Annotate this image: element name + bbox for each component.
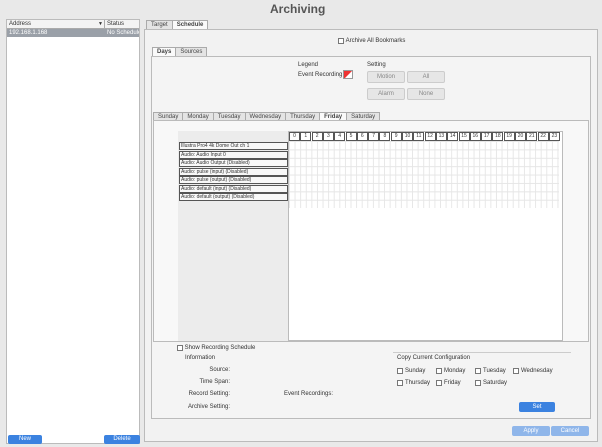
tab-target[interactable]: Target xyxy=(146,20,173,29)
source-label: Source: xyxy=(209,367,230,373)
copy-day-tuesday[interactable]: Tuesday xyxy=(475,368,506,375)
copy-day-label: Tuesday xyxy=(483,368,506,374)
hour-header[interactable]: 20 xyxy=(515,132,526,141)
hour-header[interactable]: 3 xyxy=(322,132,334,141)
channel-row[interactable]: Audio: pulse (output) (Disabled) xyxy=(179,176,288,184)
motion-button[interactable]: Motion xyxy=(367,71,405,83)
hour-header[interactable]: 19 xyxy=(503,132,515,141)
hour-header[interactable]: 0 xyxy=(289,132,300,141)
copy-day-label: Thursday xyxy=(405,380,431,386)
hour-header[interactable]: 7 xyxy=(368,132,380,141)
copy-day-label: Friday xyxy=(444,380,461,386)
show-recording-checkbox[interactable] xyxy=(177,345,183,351)
copy-day-label: Wednesday xyxy=(521,368,553,374)
cancel-button[interactable]: Cancel xyxy=(551,426,589,436)
hour-header[interactable]: 22 xyxy=(537,132,549,141)
hour-header[interactable]: 21 xyxy=(526,132,538,141)
column-header-status[interactable]: Status xyxy=(105,20,139,28)
hour-header[interactable]: 12 xyxy=(424,132,436,141)
hour-header[interactable]: 23 xyxy=(548,132,560,141)
show-recording-label: Show Recording Schedule xyxy=(184,345,256,351)
channel-row[interactable]: Illustra Pro4 4k Dome Out ch 1 xyxy=(179,142,288,150)
column-label: Address xyxy=(9,21,32,27)
set-button[interactable]: Set xyxy=(519,402,555,412)
copy-day-checkbox[interactable] xyxy=(475,368,481,374)
hour-header[interactable]: 17 xyxy=(481,132,493,141)
column-header-address[interactable]: Address ▼ xyxy=(7,20,105,28)
event-recordings-label: Event Recordings: xyxy=(284,391,334,397)
channel-row[interactable]: Audio: Audio Input 0 xyxy=(179,150,288,159)
legend-event-recording-label: Event Recording xyxy=(298,72,343,78)
show-recording-schedule[interactable]: Show Recording Schedule xyxy=(177,345,255,352)
copy-day-checkbox[interactable] xyxy=(475,380,481,386)
delete-button[interactable]: Delete xyxy=(104,435,140,444)
schedule-grid[interactable] xyxy=(289,141,559,208)
page-title: Archiving xyxy=(270,2,326,16)
copy-day-sunday[interactable]: Sunday xyxy=(397,368,425,375)
copy-day-saturday[interactable]: Saturday xyxy=(475,380,507,387)
archive-all-bookmarks[interactable]: Archive All Bookmarks xyxy=(338,38,405,45)
copy-day-checkbox[interactable] xyxy=(397,380,403,386)
time-span-label: Time Span: xyxy=(199,379,230,385)
copy-day-label: Saturday xyxy=(483,380,508,386)
copy-day-checkbox[interactable] xyxy=(436,368,442,374)
none-button[interactable]: None xyxy=(407,88,445,100)
new-button[interactable]: New xyxy=(8,435,42,444)
copy-day-friday[interactable]: Friday xyxy=(436,380,461,387)
hour-header[interactable]: 10 xyxy=(402,132,413,141)
hour-header[interactable]: 18 xyxy=(492,132,504,141)
copy-day-wednesday[interactable]: Wednesday xyxy=(513,368,553,375)
device-status: No Schedule xyxy=(107,30,139,36)
column-label: Status xyxy=(107,21,125,27)
all-button[interactable]: All xyxy=(407,71,445,83)
device-list-panel: Address ▼ Status 192.168.1.168 No Schedu… xyxy=(6,19,140,444)
alarm-button[interactable]: Alarm xyxy=(367,88,405,100)
hour-header[interactable]: 13 xyxy=(435,132,447,141)
hour-header[interactable]: 11 xyxy=(413,132,425,141)
device-list-header: Address ▼ Status xyxy=(7,20,139,29)
sort-down-icon: ▼ xyxy=(98,21,103,27)
hour-header[interactable]: 8 xyxy=(379,132,391,141)
event-recording-swatch xyxy=(343,70,353,79)
archive-all-label: Archive All Bookmarks xyxy=(345,38,406,44)
channel-row[interactable]: Audio: pulse (input) (Disabled) xyxy=(179,167,288,176)
hour-header[interactable]: 15 xyxy=(458,132,470,141)
device-row[interactable]: 192.168.1.168 No Schedule xyxy=(7,29,139,37)
copy-day-checkbox[interactable] xyxy=(397,368,403,374)
hour-header[interactable]: 16 xyxy=(469,132,481,141)
hour-header[interactable]: 4 xyxy=(334,132,346,141)
hour-header[interactable]: 9 xyxy=(390,132,402,141)
tab-sources[interactable]: Sources xyxy=(175,47,208,56)
channel-row[interactable]: Audio: default (input) (Disabled) xyxy=(179,184,288,193)
channel-row[interactable]: Audio: default (output) (Disabled) xyxy=(179,193,288,201)
copy-day-checkbox[interactable] xyxy=(513,368,519,374)
hour-header[interactable]: 1 xyxy=(300,132,312,141)
hour-header[interactable]: 14 xyxy=(447,132,459,141)
information-title: Information xyxy=(185,355,216,361)
legend-title: Legend xyxy=(298,62,319,68)
device-address: 192.168.1.168 xyxy=(9,30,48,36)
copy-day-monday[interactable]: Monday xyxy=(436,368,465,375)
archive-all-checkbox[interactable] xyxy=(338,38,344,44)
copy-day-label: Monday xyxy=(444,368,466,374)
copy-configuration-title: Copy Current Configuration xyxy=(397,355,471,361)
copy-day-checkbox[interactable] xyxy=(436,380,442,386)
hour-header[interactable]: 2 xyxy=(311,132,323,141)
copy-day-thursday[interactable]: Thursday xyxy=(397,380,430,387)
archive-setting-label: Archive Setting: xyxy=(187,404,230,410)
hour-header[interactable]: 6 xyxy=(356,132,368,141)
hour-header[interactable]: 5 xyxy=(345,132,357,141)
apply-button[interactable]: Apply xyxy=(512,426,550,436)
setting-title: Setting xyxy=(367,62,386,68)
channel-row[interactable]: Audio: Audio Output (Disabled) xyxy=(179,159,288,167)
copy-day-label: Sunday xyxy=(405,368,426,374)
record-setting-label: Record Setting: xyxy=(188,391,230,397)
